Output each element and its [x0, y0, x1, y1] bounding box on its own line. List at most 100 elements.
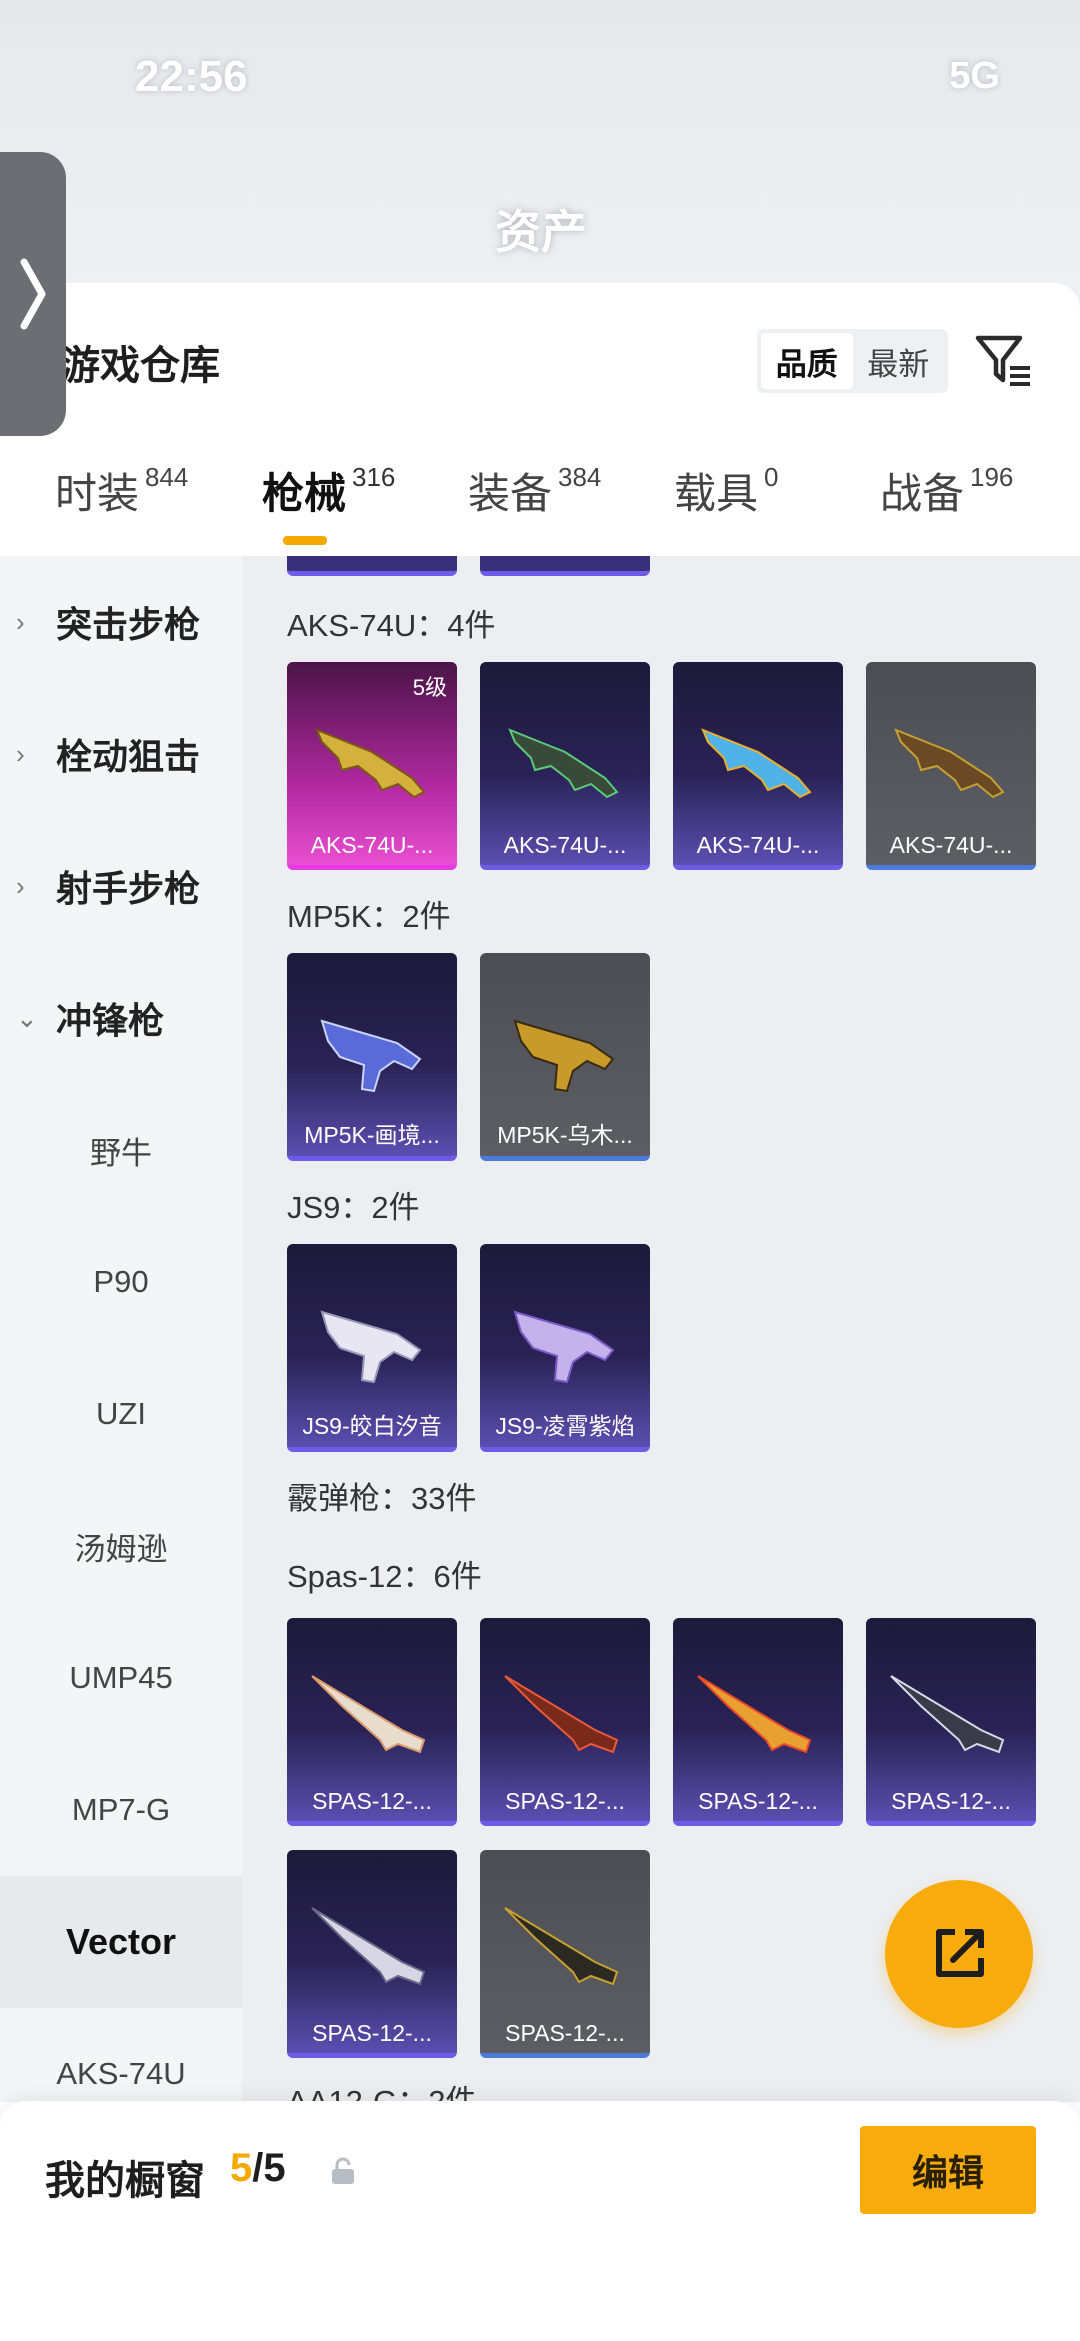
weapon-card-partial[interactable]: [287, 556, 457, 576]
tab-label: 枪械: [262, 470, 347, 517]
network-indicator: 5G: [949, 55, 1000, 97]
weapon-name: SPAS-12-...: [891, 1788, 1011, 1814]
sidebar-cat-label: 突击步枪: [56, 604, 201, 645]
share-icon: [936, 1929, 984, 1977]
section-title-aks74u: AKS-74U：4件: [287, 608, 496, 643]
chevron-down-icon: ⌄: [16, 1002, 38, 1033]
tab-fashion[interactable]: 时装 844: [55, 460, 188, 540]
tab-count: 196: [970, 462, 1014, 492]
weapon-name: SPAS-12-...: [698, 1788, 818, 1814]
sort-toggle: 品质 最新: [757, 329, 948, 393]
weapon-card-partial[interactable]: [480, 556, 650, 576]
sidebar-item-bison[interactable]: 野牛: [0, 1084, 242, 1216]
shotgun-icon: [311, 1675, 426, 1754]
tab-equipment[interactable]: 装备 384: [468, 460, 601, 540]
weapon-list: AKS-74U：4件 5级 AKS-74U-... AKS-74U-... AK…: [242, 556, 1080, 2102]
sort-quality-button[interactable]: 品质: [761, 333, 853, 389]
shotgun-icon: [890, 1675, 1005, 1754]
weapon-card[interactable]: JS9-皎白汐音: [287, 1244, 457, 1452]
shotgun-icon: [504, 1675, 619, 1754]
shotgun-icon: [504, 1907, 619, 1986]
status-time: 22:56: [135, 52, 248, 101]
showcase-total: /5: [252, 2146, 286, 2190]
sort-newest-button[interactable]: 最新: [853, 333, 945, 389]
section-title-aa12: AA12-G：2件: [287, 2084, 477, 2102]
weapon-card[interactable]: AKS-74U-...: [673, 662, 843, 870]
rifle-icon: [701, 728, 812, 799]
sidebar-cat-assault-rifle[interactable]: › 突击步枪: [0, 556, 242, 688]
rifle-icon: [315, 728, 426, 799]
weapon-name: JS9-凌霄紫焰: [495, 1413, 635, 1439]
chevron-right-icon: ›: [16, 870, 25, 901]
weapon-card[interactable]: JS9-凌霄紫焰: [480, 1244, 650, 1452]
weapon-card[interactable]: 5级 AKS-74U-...: [287, 662, 457, 870]
weapon-card[interactable]: AKS-74U-...: [480, 662, 650, 870]
sidebar-cat-bolt-sniper[interactable]: › 栓动狙击: [0, 688, 242, 820]
weapon-name: SPAS-12-...: [505, 1788, 625, 1814]
tab-label: 战备: [880, 470, 965, 517]
weapon-card[interactable]: MP5K-画境...: [287, 953, 457, 1161]
sidebar-item-p90[interactable]: P90: [0, 1216, 242, 1348]
weapon-card[interactable]: MP5K-乌木...: [480, 953, 650, 1161]
weapon-card[interactable]: SPAS-12-...: [480, 1618, 650, 1826]
weapon-name: AKS-74U-...: [310, 832, 434, 858]
weapon-card[interactable]: SPAS-12-...: [287, 1850, 457, 2058]
tab-count: 0: [764, 462, 779, 492]
sidebar-item-thompson[interactable]: 汤姆逊: [0, 1480, 242, 1612]
weapon-card[interactable]: SPAS-12-...: [673, 1618, 843, 1826]
collapse-handle[interactable]: [0, 152, 66, 436]
tab-count: 844: [145, 462, 189, 492]
sidebar-item-uzi[interactable]: UZI: [0, 1348, 242, 1480]
section-title-mp5k: MP5K：2件: [287, 899, 451, 934]
edit-button[interactable]: 编辑: [860, 2126, 1036, 2214]
sidebar-cat-label: 冲锋枪: [56, 1000, 165, 1041]
showcase-label: 我的橱窗: [45, 2159, 205, 2203]
category-tabs: 时装 844 枪械 316 装备 384 载具 0 战备 196: [0, 460, 1080, 550]
section-title-js9: JS9：2件: [287, 1190, 420, 1225]
weapon-name: SPAS-12-...: [312, 2020, 432, 2046]
lock-icon: [332, 2157, 354, 2184]
showcase-current: 5: [230, 2146, 253, 2190]
smg-icon: [513, 1019, 615, 1093]
showcase-count: 5/5: [230, 2146, 286, 2191]
shotgun-icon: [697, 1675, 812, 1754]
section-title-spas12: Spas-12：6件: [287, 1559, 482, 1594]
weapon-type-sidebar: › 突击步枪 › 栓动狙击 › 射手步枪 ⌄ 冲锋枪 野牛 P90 UZI 汤姆…: [0, 556, 242, 2102]
page-title-blurred: 资产: [495, 206, 587, 258]
tab-label: 时装: [55, 470, 140, 517]
chevron-right-icon: [20, 258, 46, 330]
weapon-name: AKS-74U-...: [889, 832, 1013, 858]
section-title-shotgun: 霰弹枪：33件: [287, 1481, 477, 1516]
panel-title: 游戏仓库: [60, 344, 220, 388]
smg-icon: [320, 1310, 422, 1384]
chevron-right-icon: ›: [16, 738, 25, 769]
rifle-icon: [508, 728, 619, 799]
share-button[interactable]: [885, 1880, 1033, 2028]
smg-icon: [513, 1310, 615, 1384]
weapon-name: MP5K-乌木...: [497, 1122, 633, 1148]
filter-icon[interactable]: [972, 328, 1036, 392]
tab-count: 316: [352, 462, 396, 492]
top-header-area: 22:56 5G 资产: [0, 0, 1080, 300]
shotgun-icon: [311, 1907, 426, 1986]
sidebar-cat-smg[interactable]: ⌄ 冲锋枪: [0, 952, 242, 1084]
weapon-name: JS9-皎白汐音: [302, 1413, 442, 1439]
weapon-card[interactable]: AKS-74U-...: [866, 662, 1036, 870]
sidebar-cat-marksman-rifle[interactable]: › 射手步枪: [0, 820, 242, 952]
tab-label: 装备: [468, 470, 553, 517]
tab-vehicles[interactable]: 载具 0: [674, 460, 778, 540]
sidebar-item-mp7g[interactable]: MP7-G: [0, 1744, 242, 1876]
sidebar-item-ump45[interactable]: UMP45: [0, 1612, 242, 1744]
weapon-card[interactable]: SPAS-12-...: [866, 1618, 1036, 1826]
sidebar-cat-label: 栓动狙击: [56, 736, 201, 777]
weapon-card[interactable]: SPAS-12-...: [287, 1618, 457, 1826]
weapon-card[interactable]: SPAS-12-...: [480, 1850, 650, 2058]
weapon-name: AKS-74U-...: [696, 832, 820, 858]
active-tab-indicator: [283, 536, 327, 545]
sidebar-item-vector[interactable]: Vector: [0, 1876, 242, 2008]
chevron-right-icon: ›: [16, 606, 25, 637]
weapon-name: SPAS-12-...: [505, 2020, 625, 2046]
level-badge: 5级: [412, 675, 447, 700]
tab-firearms[interactable]: 枪械 316: [262, 460, 395, 540]
tab-supplies[interactable]: 战备 196: [880, 460, 1013, 540]
